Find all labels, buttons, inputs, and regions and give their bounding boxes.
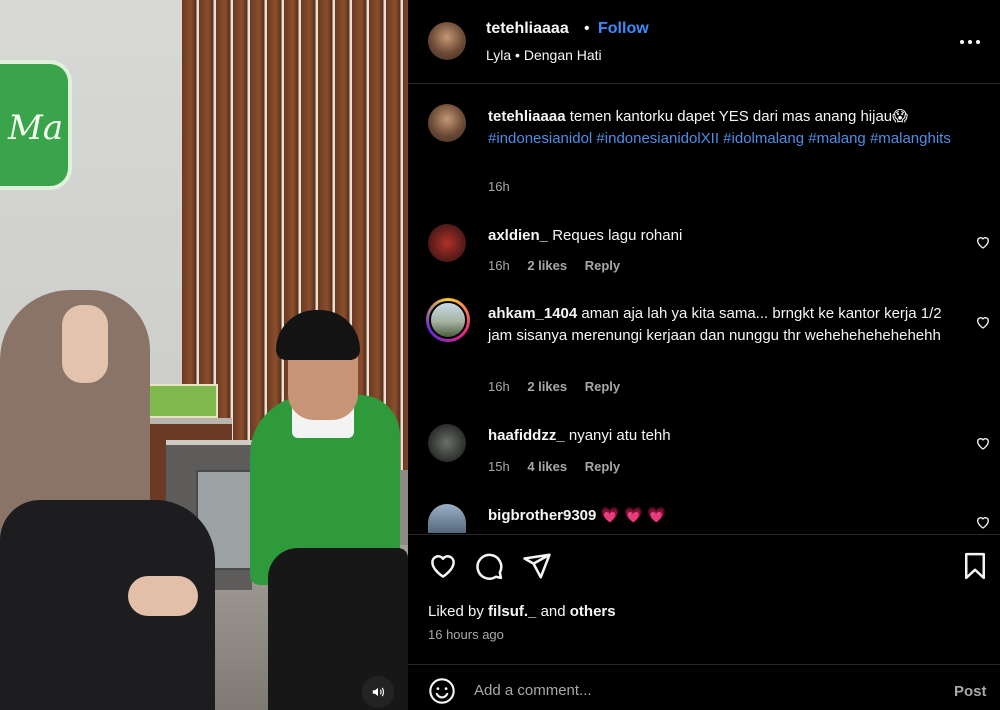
liked-by-user[interactable]: filsuf._ <box>488 603 536 620</box>
owner-username[interactable]: tetehliaaaa <box>486 20 569 38</box>
comment-text: nyanyi atu tehh <box>568 427 671 444</box>
follow-button[interactable]: Follow <box>598 20 649 38</box>
comment-username[interactable]: bigbrother9309 <box>488 507 596 524</box>
comment: bigbrother9309 💗 💗 💗 <box>488 504 968 527</box>
caption-text: temen kantorku dapet YES dari mas anang … <box>569 108 893 125</box>
comment-username[interactable]: haafiddzz_ <box>488 427 565 444</box>
comment-likes[interactable]: 2 likes <box>527 379 567 394</box>
comments-list[interactable]: tetehliaaaa temen kantorku dapet YES dar… <box>408 85 1000 533</box>
comment-input[interactable] <box>474 673 934 707</box>
comment-likes[interactable]: 2 likes <box>527 258 567 273</box>
liked-by: Liked by filsuf._ and others <box>428 603 616 620</box>
comment-avatar[interactable] <box>428 424 466 462</box>
store-sign-text: Ma <box>8 108 64 148</box>
sound-toggle-button[interactable] <box>362 676 394 708</box>
liked-by-and: and <box>540 603 566 620</box>
caption-time: 16h <box>488 179 524 194</box>
share-icon[interactable] <box>522 551 552 581</box>
more-options-icon[interactable] <box>958 30 982 54</box>
woman-face <box>62 305 108 383</box>
post-video[interactable]: Ma <box>0 0 408 710</box>
liked-by-others[interactable]: others <box>570 603 616 620</box>
comment-avatar-story[interactable] <box>426 298 470 342</box>
comment-avatar[interactable] <box>428 504 466 533</box>
post-header: tetehliaaaa • Follow Lyla • Dengan Hati <box>408 0 1000 84</box>
comment-text: 💗 💗 💗 <box>600 506 667 524</box>
comment-username[interactable]: axldien_ <box>488 227 548 244</box>
woman-hands <box>128 576 198 616</box>
caption-emoji: 😱 <box>892 107 908 125</box>
bookmark-icon[interactable] <box>960 551 990 581</box>
caption-avatar[interactable] <box>428 104 466 142</box>
heart-icon[interactable] <box>975 514 991 530</box>
comment-text: Reques lagu rohani <box>552 227 683 244</box>
separator-dot: • <box>584 20 590 37</box>
liked-by-prefix: Liked by <box>428 603 484 620</box>
instagram-post: Ma tetehliaaaa • Follow Lyla • Dengan Ha… <box>0 0 1000 710</box>
owner-avatar[interactable] <box>428 22 466 60</box>
speaker-icon <box>372 687 384 697</box>
reply-button[interactable]: Reply <box>585 258 620 273</box>
caption-timestamp: 16h <box>488 179 510 194</box>
comment-time: 15h <box>488 459 510 474</box>
comment-time: 16h <box>488 258 510 273</box>
post-actions: Liked by filsuf._ and others 16 hours ag… <box>408 534 1000 654</box>
caption: tetehliaaaa temen kantorku dapet YES dar… <box>488 105 968 150</box>
audio-label[interactable]: Lyla • Dengan Hati <box>486 47 602 63</box>
post-timestamp[interactable]: 16 hours ago <box>428 627 504 642</box>
caption-hashtags[interactable]: #indonesianidol #indonesianidolXII #idol… <box>488 130 951 147</box>
comment: haafiddzz_ nyanyi atu tehh <box>488 425 968 447</box>
comment: axldien_ Reques lagu rohani <box>488 225 968 247</box>
heart-icon[interactable] <box>975 314 991 330</box>
comment-meta: 16h 2 likes Reply <box>488 258 634 273</box>
caption-username[interactable]: tetehliaaaa <box>488 108 566 125</box>
comment-username[interactable]: ahkam_1404 <box>488 305 577 322</box>
post-comment-button[interactable]: Post <box>954 683 987 700</box>
reply-button[interactable]: Reply <box>585 459 620 474</box>
post-panel: tetehliaaaa • Follow Lyla • Dengan Hati … <box>408 0 1000 710</box>
comment-time: 16h <box>488 379 510 394</box>
heart-icon[interactable] <box>428 551 458 581</box>
comment-likes[interactable]: 4 likes <box>527 459 567 474</box>
comment: ahkam_1404 aman aja lah ya kita sama... … <box>488 303 968 347</box>
comment-composer: Post <box>408 664 1000 710</box>
comment-meta: 15h 4 likes Reply <box>488 459 634 474</box>
comment-meta: 16h 2 likes Reply <box>488 379 634 394</box>
heart-icon[interactable] <box>975 435 991 451</box>
comment-avatar[interactable] <box>428 224 466 262</box>
reply-button[interactable]: Reply <box>585 379 620 394</box>
emoji-icon[interactable] <box>428 677 456 705</box>
heart-icon[interactable] <box>975 234 991 250</box>
comment-icon[interactable] <box>474 551 504 581</box>
